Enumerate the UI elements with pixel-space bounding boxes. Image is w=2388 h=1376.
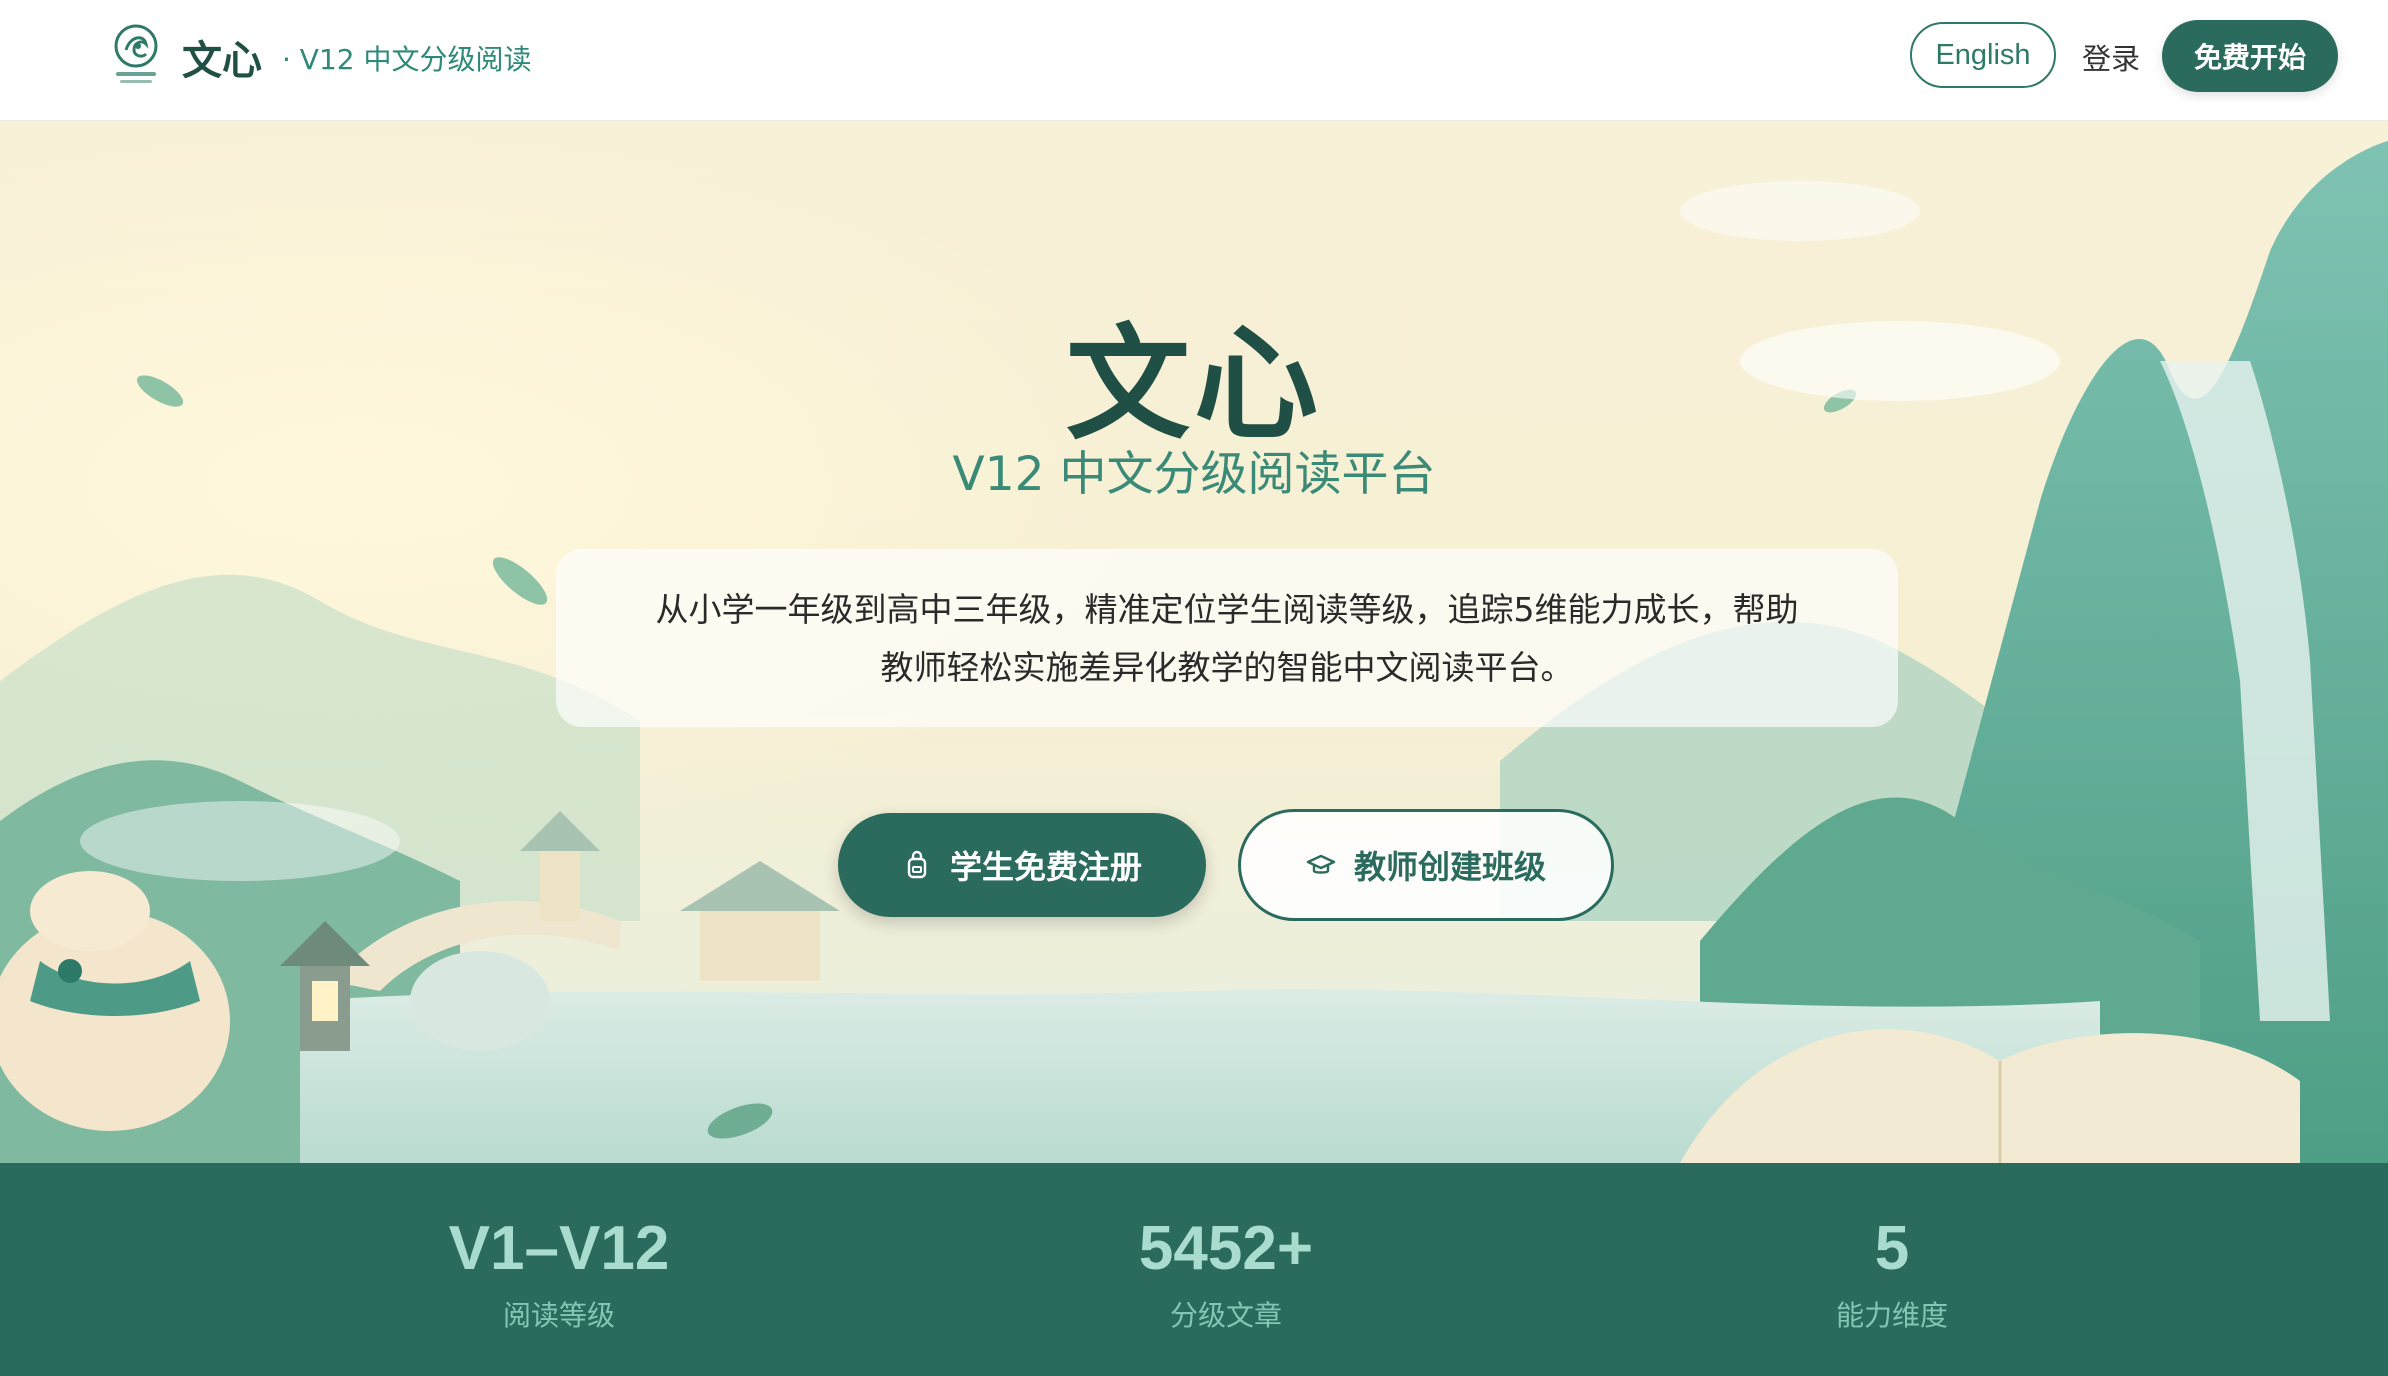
student-register-label: 学生免费注册 <box>949 848 1142 886</box>
top-navbar: 文心 · V12 中文分级阅读 English 登录 免费开始 <box>0 0 2388 121</box>
stat-ability-dimensions: 5 能力维度 <box>1682 1213 2102 1334</box>
teacher-create-class-label: 教师创建班级 <box>1353 848 1546 886</box>
backpack-icon <box>902 850 932 880</box>
stat-label: 能力维度 <box>1835 1299 1948 1332</box>
student-register-button[interactable]: 学生免费注册 <box>838 813 1206 917</box>
hero-description: 从小学一年级到高中三年级，精准定位学生阅读等级，追踪5维能力成长，帮助 教师轻松… <box>556 549 1898 727</box>
graduation-cap-icon <box>1306 850 1336 880</box>
language-english-button[interactable]: English <box>1910 22 2056 88</box>
stats-bar: V1–V12 阅读等级 5452+ 分级文章 5 能力维度 <box>0 1163 2388 1376</box>
teacher-create-class-button[interactable]: 教师创建班级 <box>1238 809 1614 921</box>
hero-subtitle: V12 中文分级阅读平台 <box>952 447 1436 502</box>
stat-value: 5452+ <box>1138 1214 1314 1283</box>
stat-label: 分级文章 <box>1169 1299 1282 1332</box>
stat-value: 5 <box>1874 1214 1910 1283</box>
stat-value: V1–V12 <box>448 1214 670 1283</box>
description-line-2: 教师轻松实施差异化教学的智能中文阅读平台。 <box>880 648 1574 687</box>
stat-reading-levels: V1–V12 阅读等级 <box>349 1213 769 1334</box>
stat-graded-articles: 5452+ 分级文章 <box>1016 1213 1436 1334</box>
brand-name[interactable]: 文心 <box>182 28 262 86</box>
brand-subtitle: · V12 中文分级阅读 <box>282 43 532 76</box>
logo-icon[interactable] <box>112 22 160 90</box>
description-line-1: 从小学一年级到高中三年级，精准定位学生阅读等级，追踪5维能力成长，帮助 <box>655 590 1799 629</box>
free-start-button[interactable]: 免费开始 <box>2162 20 2338 92</box>
login-link[interactable]: 登录 <box>2082 36 2140 78</box>
hero-section: 文心 V12 中文分级阅读平台 从小学一年级到高中三年级，精准定位学生阅读等级，… <box>0 121 2388 1163</box>
stat-label: 阅读等级 <box>502 1299 615 1332</box>
